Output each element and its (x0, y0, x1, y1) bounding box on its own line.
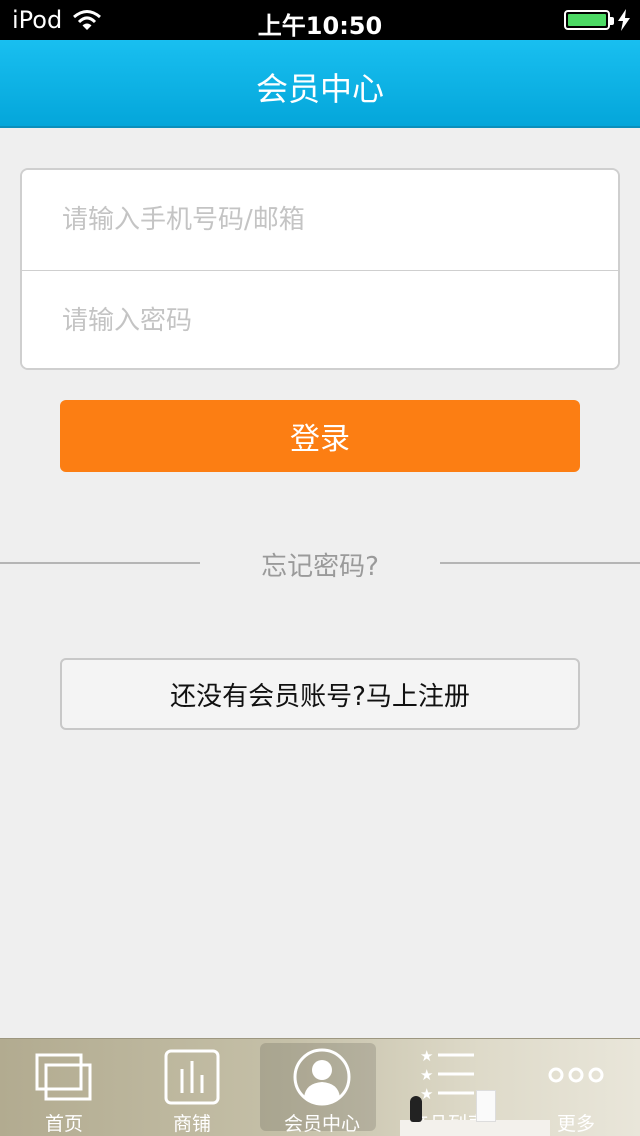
divider-right (440, 562, 640, 564)
decor-books (476, 1090, 496, 1122)
svg-text:★: ★ (420, 1085, 433, 1103)
decor-vase (410, 1096, 422, 1122)
account-input[interactable] (22, 170, 618, 270)
status-time: 上午10:50 (257, 12, 383, 40)
nav-bar: 会员中心 (0, 40, 640, 128)
charging-icon (618, 9, 630, 31)
member-avatar-icon (293, 1048, 351, 1106)
tab-shop[interactable]: 商铺 (128, 1039, 256, 1136)
login-form (20, 168, 620, 370)
home-windows-icon (35, 1053, 92, 1101)
tab-home[interactable]: 首页 (0, 1039, 128, 1136)
login-button[interactable]: 登录 (60, 400, 580, 472)
more-dots-icon (548, 1067, 604, 1083)
star-list-icon: ★ ★ ★ (420, 1047, 474, 1103)
divider-left (0, 562, 200, 564)
page-title: 会员中心 (255, 70, 384, 108)
status-bar: iPod 上午10:50 (0, 0, 640, 40)
tab-label: 会员中心 (283, 1113, 360, 1135)
tab-label: 首页 (44, 1113, 83, 1135)
screen: iPod 上午10:50 会员中心 登录 忘记密码? 还没有会员账号?马上注册 (0, 0, 640, 1136)
battery-icon (564, 10, 614, 30)
svg-text:★: ★ (420, 1047, 433, 1065)
tab-member-center[interactable]: 会员中心 (258, 1039, 386, 1136)
decor-sofa (400, 1120, 550, 1136)
shop-bars-icon (164, 1049, 220, 1105)
forgot-password-link[interactable]: 忘记密码? (200, 546, 440, 583)
svg-text:★: ★ (420, 1066, 433, 1084)
tab-label: 商铺 (172, 1113, 211, 1135)
register-button[interactable]: 还没有会员账号?马上注册 (60, 658, 580, 730)
password-input[interactable] (22, 271, 618, 368)
